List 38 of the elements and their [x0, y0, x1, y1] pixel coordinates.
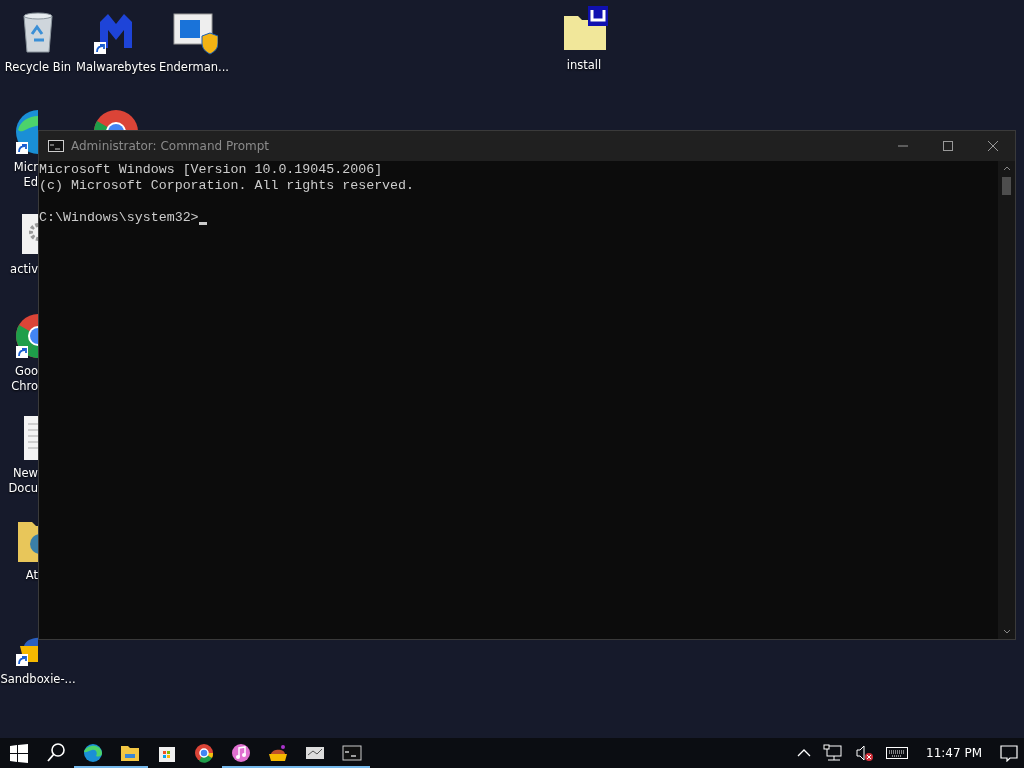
network-icon[interactable]: [823, 744, 843, 762]
console-window[interactable]: Administrator: Command Prompt Microsoft Windows [Version 10.0.19045.2006] (c) Microsoft Corporation. All rights reserved. C:\Windows\system32>: [38, 130, 1016, 640]
shortcut-arrow-icon: [16, 346, 28, 358]
keyboard-icon[interactable]: [886, 747, 908, 759]
console-text: (c) Microsoft Corporation. All rights reserved.: [39, 178, 415, 194]
chevron-up-icon[interactable]: [797, 748, 811, 758]
swirl-icon: [81, 742, 104, 764]
icon-label[interactable]: Goo Chro: [0, 364, 38, 394]
start-icon: [7, 742, 30, 764]
search-icon: [44, 742, 67, 764]
console-text: C:\Windows\system32>: [39, 210, 199, 226]
scroll-thumb[interactable]: [1002, 177, 1011, 195]
clock-text[interactable]: 11:47 PM: [926, 746, 982, 760]
scroll-down-icon[interactable]: [1002, 629, 1011, 635]
icon-label[interactable]: Malwarebytes: [76, 60, 156, 75]
icon-label[interactable]: Micr Ed: [0, 160, 38, 190]
icon-label[interactable]: At: [0, 568, 38, 583]
notification-icon[interactable]: [1000, 744, 1018, 762]
icon-label[interactable]: activ: [0, 262, 38, 277]
console-icon: [340, 742, 363, 764]
music-note-icon: [229, 742, 252, 764]
icon-label[interactable]: Sandboxie-...: [0, 672, 76, 687]
icon-label[interactable]: New Docu: [0, 466, 38, 496]
icon-label[interactable]: Enderman...: [159, 60, 229, 75]
icon-label[interactable]: install: [566, 58, 602, 73]
scroll-up-icon[interactable]: [1002, 165, 1011, 171]
console-icon: [48, 140, 64, 152]
shortcut-arrow-icon: [94, 42, 106, 54]
maximize-icon: [942, 141, 953, 151]
chrome-icon: [192, 742, 215, 764]
shortcut-arrow-icon: [16, 654, 28, 666]
speaker-muted-icon[interactable]: [855, 744, 874, 762]
console-text: Microsoft Windows [Version 10.0.19045.2006]: [39, 162, 383, 178]
shortcut-arrow-icon: [16, 142, 28, 154]
close-icon: [987, 141, 998, 151]
icon-label[interactable]: Recycle Bin: [4, 60, 72, 75]
window-title: Administrator: Command Prompt: [71, 139, 269, 153]
sandbox-icon: [266, 742, 289, 764]
